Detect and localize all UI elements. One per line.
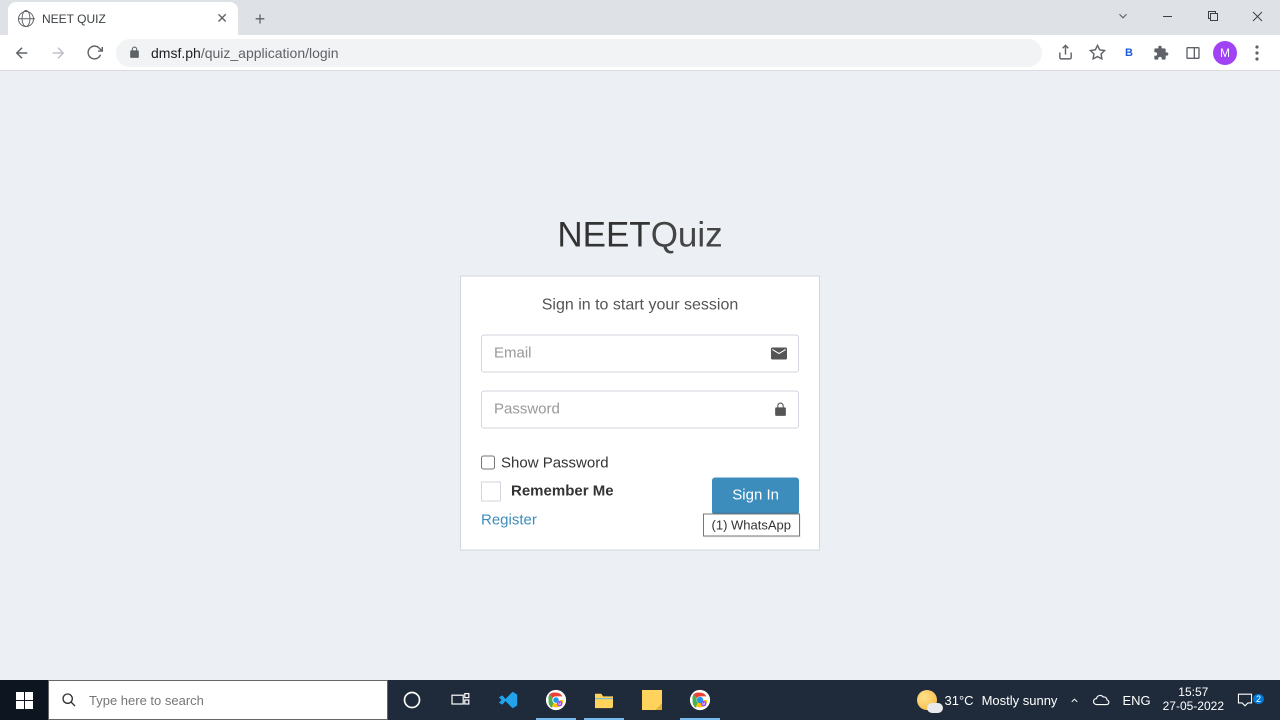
show-password-checkbox[interactable]: Show Password (481, 454, 799, 471)
browser-toolbar: dmsf.ph/quiz_application/login B M (0, 35, 1280, 71)
search-icon (61, 692, 77, 708)
password-field[interactable] (481, 390, 799, 428)
forward-button[interactable] (44, 39, 72, 67)
windows-logo-icon (16, 692, 33, 709)
time-text: 15:57 (1163, 686, 1224, 700)
new-tab-button[interactable]: + (246, 5, 274, 33)
task-view-icon[interactable] (436, 680, 484, 720)
notification-badge: 2 (1253, 694, 1264, 704)
taskbar-search[interactable]: Type here to search (48, 680, 388, 720)
vscode-icon[interactable] (484, 680, 532, 720)
tab-strip: NEET QUIZ ✕ + (0, 0, 1280, 35)
onedrive-icon[interactable] (1092, 694, 1110, 706)
lock-icon (774, 402, 787, 417)
url-text: dmsf.ph/quiz_application/login (151, 45, 339, 61)
maximize-button[interactable] (1190, 1, 1235, 31)
tab-search-icon[interactable] (1100, 9, 1145, 23)
show-password-label: Show Password (501, 454, 609, 471)
lock-icon (128, 46, 141, 59)
email-field[interactable] (481, 334, 799, 372)
page-viewport: NEETQuiz Sign in to start your session (0, 71, 1280, 720)
avatar-letter: M (1213, 41, 1237, 65)
url-host: dmsf.ph (151, 45, 201, 61)
weather-text: Mostly sunny (982, 693, 1058, 708)
browser-tab[interactable]: NEET QUIZ ✕ (8, 2, 238, 35)
password-group (481, 390, 799, 428)
reload-button[interactable] (80, 39, 108, 67)
chrome-secondary-icon[interactable]: M (676, 680, 724, 720)
chrome-icon[interactable]: M (532, 680, 580, 720)
sticky-notes-icon[interactable] (628, 680, 676, 720)
close-tab-icon[interactable]: ✕ (216, 10, 228, 27)
cortana-icon[interactable] (388, 680, 436, 720)
weather-icon (917, 690, 937, 710)
search-placeholder: Type here to search (89, 693, 204, 708)
link-preview-tooltip: (1) WhatsApp (703, 513, 800, 536)
globe-icon (18, 11, 34, 27)
share-icon[interactable] (1050, 39, 1080, 67)
file-explorer-icon[interactable] (580, 680, 628, 720)
logo-bold: NEET (557, 215, 650, 254)
action-center-icon[interactable]: 2 (1236, 692, 1270, 708)
back-button[interactable] (8, 39, 36, 67)
extensions-icon[interactable] (1146, 39, 1176, 67)
system-tray: 31°C Mostly sunny ENG 15:57 27-05-2022 2 (907, 680, 1280, 720)
weather-widget[interactable]: 31°C Mostly sunny (917, 690, 1058, 710)
windows-taskbar: Type here to search M M 31°C Mostly sunn… (0, 680, 1280, 720)
svg-text:M: M (702, 702, 705, 706)
language-indicator[interactable]: ENG (1122, 693, 1150, 708)
taskbar-apps: M M (388, 680, 724, 720)
remember-me-checkbox[interactable]: Remember Me (481, 481, 614, 501)
sidepanel-icon[interactable] (1178, 39, 1208, 67)
app-logo: NEETQuiz (460, 215, 820, 255)
login-card: Sign in to start your session Show Pass (460, 275, 820, 550)
envelope-icon (771, 347, 787, 359)
bitwarden-extension-icon[interactable]: B (1114, 39, 1144, 67)
profile-avatar[interactable]: M (1210, 39, 1240, 67)
sign-in-button[interactable]: Sign In (712, 477, 799, 514)
start-button[interactable] (0, 680, 48, 720)
login-subtitle: Sign in to start your session (481, 296, 799, 314)
date-text: 27-05-2022 (1163, 700, 1224, 714)
url-path: /quiz_application/login (201, 45, 339, 61)
window-controls (1100, 0, 1280, 32)
minimize-button[interactable] (1145, 1, 1190, 31)
close-window-button[interactable] (1235, 1, 1280, 31)
show-password-input[interactable] (481, 456, 495, 470)
clock[interactable]: 15:57 27-05-2022 (1163, 686, 1224, 714)
register-link[interactable]: Register (481, 511, 537, 528)
remember-me-label: Remember Me (511, 483, 614, 500)
tray-chevron-icon[interactable] (1069, 695, 1080, 706)
chrome-menu-icon[interactable] (1242, 39, 1272, 67)
logo-light: Quiz (651, 215, 723, 254)
tab-title: NEET QUIZ (42, 12, 208, 26)
checkbox-box[interactable] (481, 481, 501, 501)
bookmark-star-icon[interactable] (1082, 39, 1112, 67)
email-group (481, 334, 799, 372)
weather-temp: 31°C (945, 693, 974, 708)
address-bar[interactable]: dmsf.ph/quiz_application/login (116, 39, 1042, 67)
svg-text:M: M (558, 702, 561, 706)
